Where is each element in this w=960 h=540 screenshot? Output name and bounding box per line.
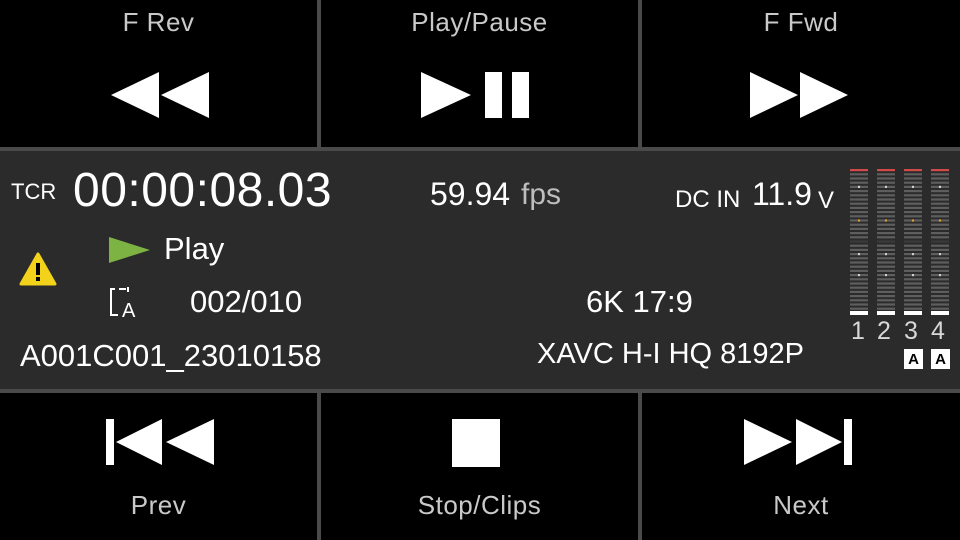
timecode-mode-label: TCR — [11, 179, 57, 204]
stop-clips-button[interactable]: Stop/Clips — [321, 393, 638, 540]
play-pause-icon — [421, 72, 529, 118]
resolution-aspect: 6K 17:9 — [586, 284, 693, 319]
play-pause-button[interactable]: Play/Pause — [321, 0, 638, 147]
clip-counter: 002/010 — [190, 284, 303, 319]
previous-clip-button[interactable]: Prev — [0, 393, 317, 540]
fast-reverse-button[interactable]: F Rev — [0, 0, 317, 147]
fast-forward-label: F Fwd — [763, 7, 839, 37]
play-arrow-icon — [109, 237, 150, 263]
channel-3-auto-badge: A — [904, 349, 923, 369]
audio-level-meters — [850, 169, 949, 315]
frame-rate-value: 59.94 — [430, 176, 511, 212]
channel-4-label: 4 — [931, 317, 945, 345]
timecode-display: 00:00:08.03 — [73, 164, 333, 217]
fast-forward-icon — [750, 72, 848, 118]
skip-next-icon — [744, 419, 852, 465]
skip-previous-icon — [106, 419, 214, 465]
fast-reverse-label: F Rev — [122, 7, 195, 37]
channel-3-label: 3 — [904, 317, 918, 345]
dc-in-voltage: 11.9 — [752, 176, 812, 212]
next-label: Next — [773, 490, 829, 520]
stop-clips-label: Stop/Clips — [417, 490, 542, 520]
codec-format: XAVC H-I HQ 8192P — [537, 338, 805, 370]
channel-1-label: 1 — [851, 317, 865, 345]
frame-rate-unit: fps — [521, 178, 562, 211]
next-clip-button[interactable]: Next — [642, 393, 960, 540]
dc-in-unit: V — [818, 187, 835, 214]
play-pause-label: Play/Pause — [411, 7, 548, 37]
audio-meter-channel-2 — [877, 169, 895, 315]
dc-in-label: DC IN — [675, 186, 741, 213]
warning-triangle-icon — [19, 252, 57, 286]
status-panel: TCR 00:00:08.03 59.94 fps DC IN 11.9 V P… — [0, 151, 960, 389]
previous-label: Prev — [130, 490, 187, 520]
audio-meter-channel-4 — [931, 169, 949, 315]
channel-4-auto-badge: A — [931, 349, 950, 369]
fast-forward-button[interactable]: F Fwd — [642, 0, 960, 147]
audio-meter-channel-3 — [904, 169, 922, 315]
clip-name: A001C001_23010158 — [20, 338, 322, 373]
fast-reverse-icon — [111, 72, 209, 118]
stop-icon — [452, 419, 500, 467]
audio-meter-channel-1 — [850, 169, 868, 315]
playback-status: Play — [164, 231, 225, 266]
channel-2-label: 2 — [877, 317, 891, 345]
svg-text:A: A — [122, 300, 136, 319]
clip-media-icon: A — [110, 287, 136, 319]
